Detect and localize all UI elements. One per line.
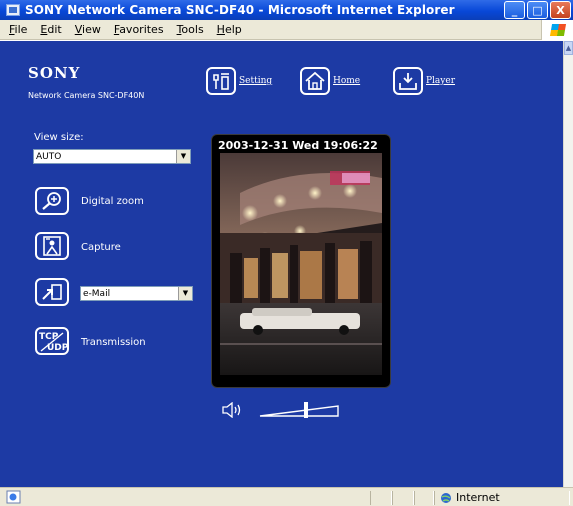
view-size-select[interactable]: AUTO ▼ xyxy=(33,149,191,164)
setting-icon xyxy=(206,67,236,95)
minimize-button[interactable]: _ xyxy=(504,1,525,19)
camera-timestamp: 2003-12-31 Wed 19:06:22 xyxy=(218,139,378,152)
scroll-up-arrow-icon[interactable]: ▲ xyxy=(564,41,573,55)
sony-logo: SONY xyxy=(28,64,81,82)
title-bar: SONY Network Camera SNC-DF40 - Microsoft… xyxy=(0,0,573,20)
chevron-down-icon: ▼ xyxy=(178,287,192,300)
send-arrow-icon xyxy=(42,284,62,300)
window-title: SONY Network Camera SNC-DF40 - Microsoft… xyxy=(25,3,455,17)
menu-favorites[interactable]: Favorites xyxy=(114,23,164,36)
setting-label: Setting xyxy=(239,76,273,86)
volume-control xyxy=(222,400,340,418)
capture-icon xyxy=(43,236,61,256)
volume-slider-thumb[interactable] xyxy=(304,402,308,418)
maximize-button[interactable]: □ xyxy=(527,1,548,19)
status-bar: Internet xyxy=(0,487,573,506)
send-button[interactable] xyxy=(35,278,69,306)
home-nav-button[interactable]: Home xyxy=(300,67,360,95)
menu-bar: File Edit View Favorites Tools Help xyxy=(0,20,573,40)
digital-zoom-label: Digital zoom xyxy=(81,196,144,207)
security-zone-label: Internet xyxy=(456,491,500,504)
transmission-button[interactable]: TCP UDP xyxy=(35,327,69,355)
camera-image[interactable] xyxy=(220,153,382,375)
windows-logo-icon xyxy=(541,20,573,40)
home-icon xyxy=(300,67,330,95)
menu-view[interactable]: View xyxy=(75,23,101,36)
transmission-label: Transmission xyxy=(81,337,146,348)
capture-label: Capture xyxy=(81,242,121,253)
digital-zoom-button[interactable] xyxy=(35,187,69,215)
camera-model-label: Network Camera SNC-DF40N xyxy=(28,91,145,100)
tcp-icon-text: TCP xyxy=(39,332,59,342)
ie-page-icon xyxy=(6,490,21,504)
player-nav-button[interactable]: Player xyxy=(393,67,455,95)
view-size-label: View size: xyxy=(34,132,84,143)
magnifier-icon xyxy=(42,192,61,210)
menu-edit[interactable]: Edit xyxy=(40,23,61,36)
home-label: Home xyxy=(333,76,361,86)
internet-zone-globe-icon xyxy=(441,493,451,503)
view-size-value: AUTO xyxy=(36,151,62,162)
capture-button[interactable] xyxy=(35,232,69,260)
ie-page-icon xyxy=(6,4,20,16)
volume-slider[interactable] xyxy=(258,400,340,418)
setting-nav-button[interactable]: Setting xyxy=(206,67,272,95)
menu-file[interactable]: File xyxy=(9,23,27,36)
player-icon xyxy=(393,67,423,95)
menu-help[interactable]: Help xyxy=(217,23,242,36)
vertical-scrollbar[interactable]: ▲ xyxy=(563,41,573,487)
close-button[interactable]: X xyxy=(550,1,571,19)
send-target-value: e-Mail xyxy=(83,288,111,299)
chevron-down-icon: ▼ xyxy=(176,150,190,163)
player-label: Player xyxy=(426,76,456,86)
speaker-icon[interactable] xyxy=(222,402,248,418)
send-target-select[interactable]: e-Mail ▼ xyxy=(80,286,193,301)
page-content: SONY Network Camera SNC-DF40N Setting Ho… xyxy=(0,41,563,487)
menu-tools[interactable]: Tools xyxy=(177,23,204,36)
tcp-udp-icon: TCP UDP xyxy=(39,332,67,353)
